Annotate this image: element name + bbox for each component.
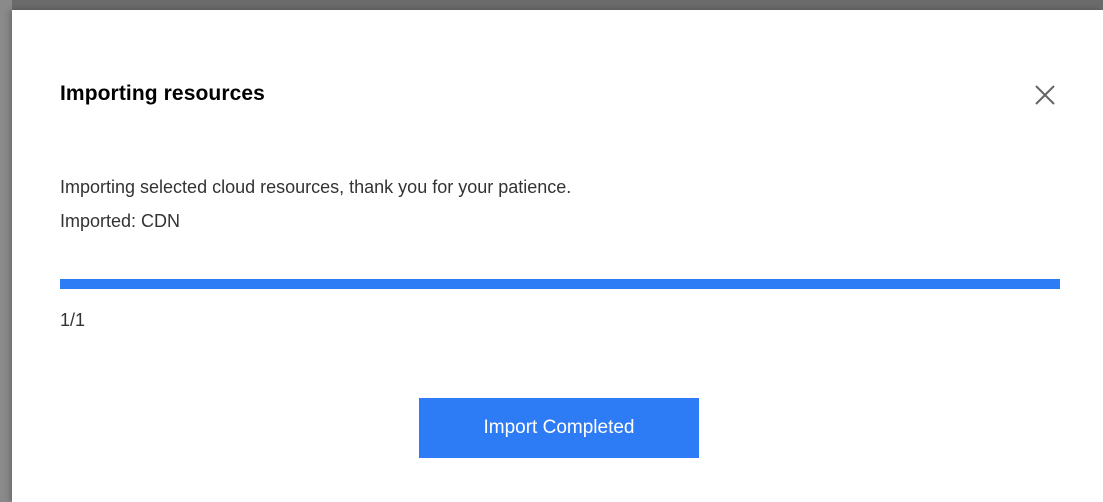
import-dialog: Importing resources Importing selected c…: [12, 10, 1103, 502]
import-completed-button[interactable]: Import Completed: [419, 398, 699, 458]
dialog-body: Importing selected cloud resources, than…: [60, 170, 571, 238]
backdrop-left-edge: [0, 0, 12, 502]
progress-bar: [60, 279, 1060, 289]
import-message: Importing selected cloud resources, than…: [60, 177, 572, 197]
close-icon: [1035, 85, 1055, 105]
imported-status: Imported: CDN: [60, 211, 181, 231]
progress-count: 1/1: [60, 310, 86, 330]
progress-bar-fill: [60, 279, 1060, 289]
close-button[interactable]: [1030, 80, 1060, 110]
backdrop-top-edge: [0, 0, 1103, 10]
dialog-title: Importing resources: [60, 82, 265, 105]
